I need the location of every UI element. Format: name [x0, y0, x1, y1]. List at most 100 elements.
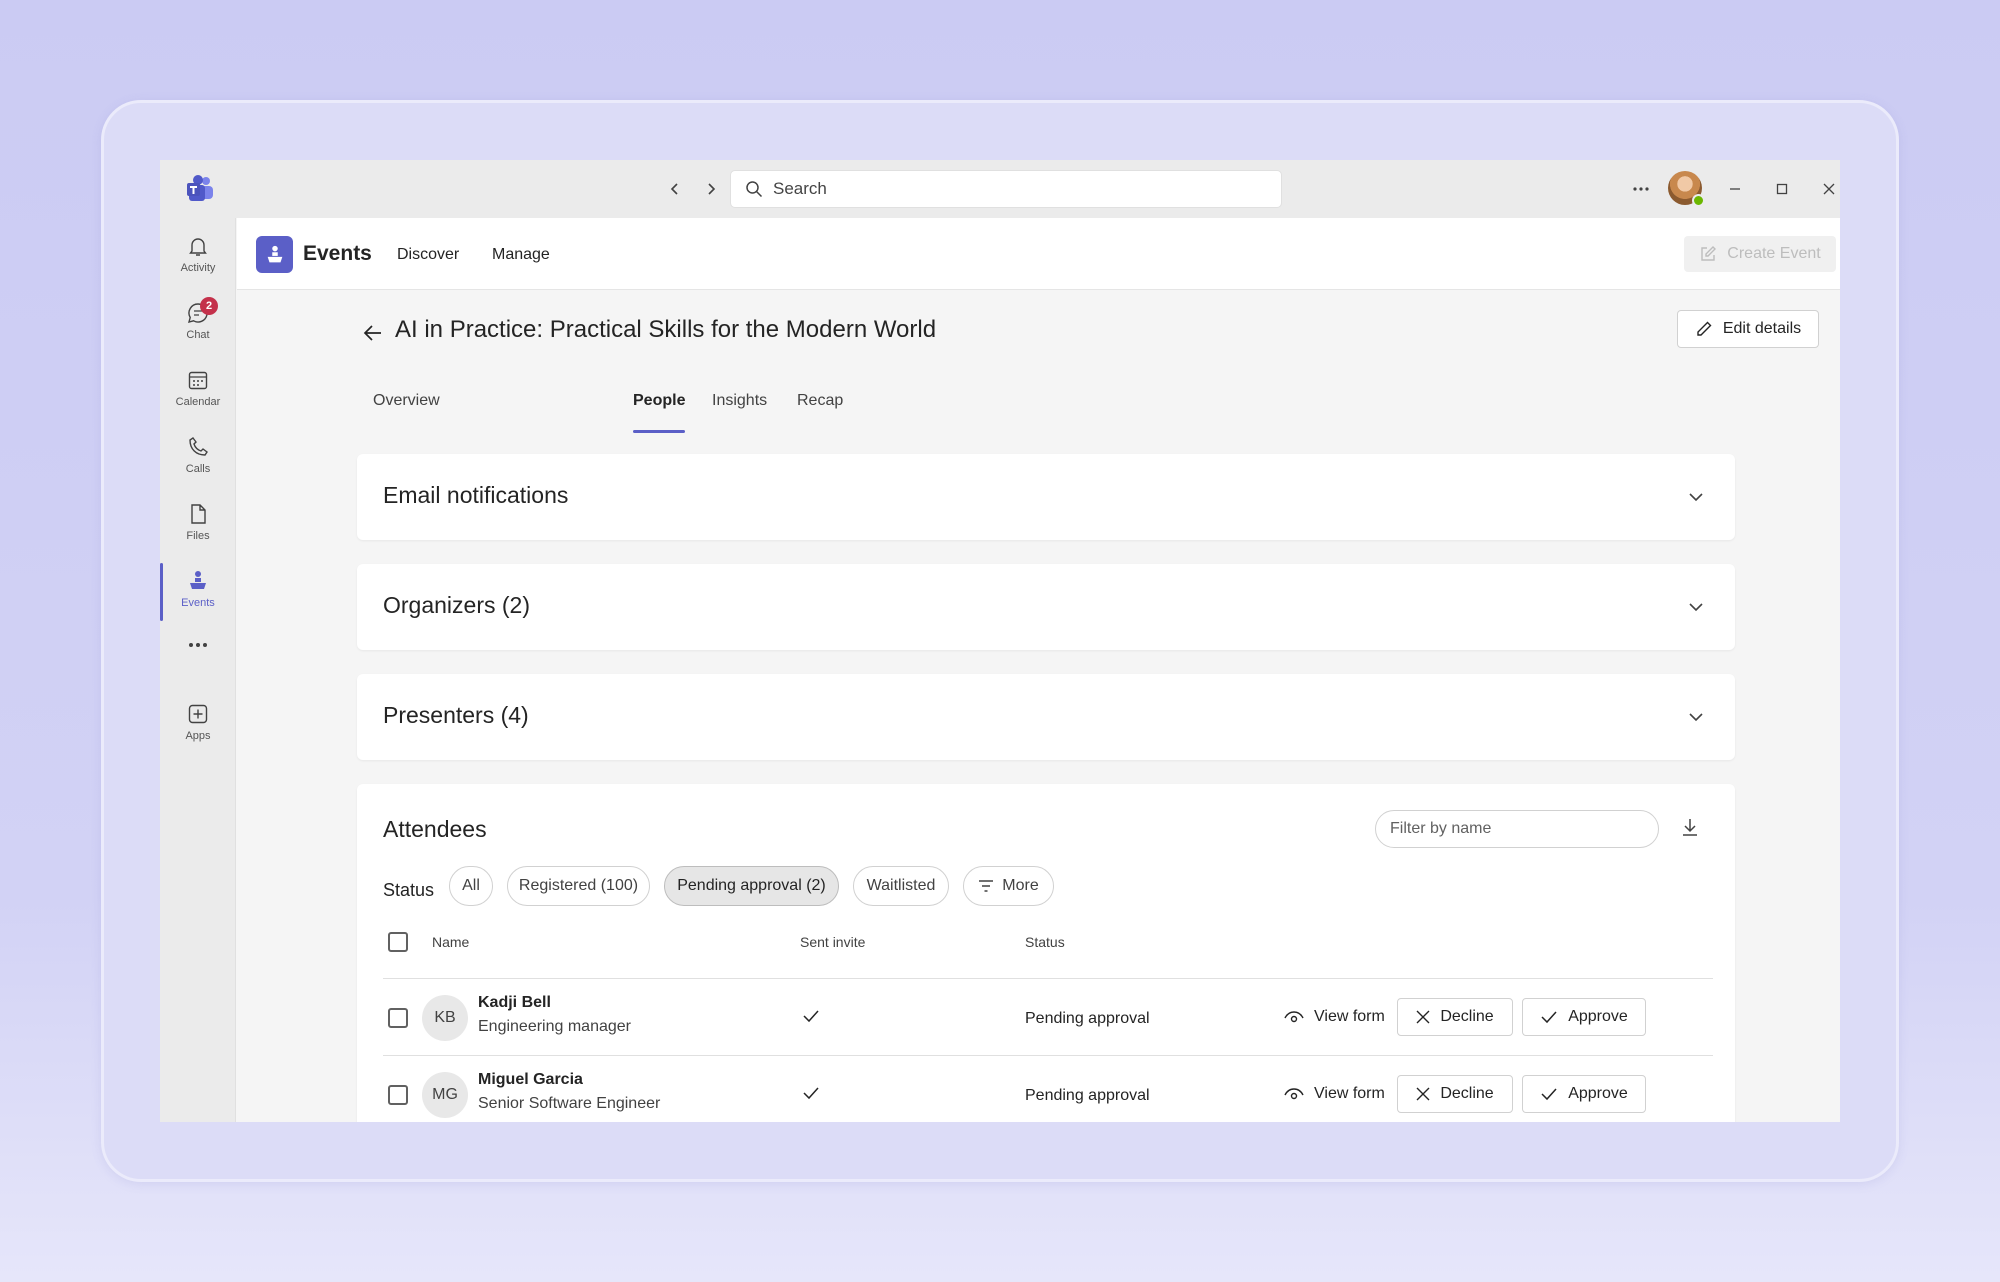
unread-badge: 2 [200, 297, 218, 315]
filter-more-button[interactable]: More [963, 866, 1054, 906]
rail-label: Files [186, 530, 210, 542]
arrow-left-icon [363, 325, 381, 341]
section-title: Email notifications [383, 482, 569, 508]
rail-item-apps[interactable]: Apps [160, 696, 236, 756]
active-tab-indicator [633, 430, 685, 433]
view-form-label: View form [1314, 1008, 1385, 1025]
close-icon [1823, 183, 1835, 195]
rail-label: Calls [185, 463, 211, 475]
avatar: MG [422, 1072, 468, 1118]
status-filter-label: Status [383, 880, 435, 900]
row-divider [383, 978, 1713, 979]
view-form-button[interactable]: View form [1284, 1008, 1385, 1026]
rail-more-apps[interactable] [160, 636, 236, 696]
search-input[interactable]: Search [730, 170, 1282, 208]
main-content: Events Discover Manage Create Event AI i… [237, 218, 1840, 1122]
approve-button[interactable]: Approve [1522, 1075, 1646, 1113]
email-notifications-section[interactable]: Email notifications [357, 454, 1735, 540]
title-bar: Search [160, 160, 1840, 218]
create-event-label: Create Event [1727, 245, 1821, 262]
section-title: Presenters (4) [383, 702, 529, 728]
app-rail: Activity Chat 2 Calendar Calls Files Eve… [160, 218, 236, 1122]
edit-square-icon [1701, 246, 1717, 261]
rail-item-events[interactable]: Events [160, 563, 236, 623]
presenters-section[interactable]: Presenters (4) [357, 674, 1735, 760]
chevron-left-icon [670, 183, 678, 195]
tab-recap[interactable]: Recap [797, 392, 843, 410]
events-app-icon [256, 236, 293, 273]
file-icon [191, 504, 206, 524]
share-icon [1839, 319, 1840, 339]
download-button[interactable] [1679, 816, 1701, 843]
select-all-checkbox[interactable] [388, 932, 408, 952]
download-icon [1683, 819, 1697, 836]
approve-button[interactable]: Approve [1522, 998, 1646, 1036]
chevron-right-icon [708, 183, 716, 195]
more-horizontal-icon [1633, 187, 1649, 191]
rail-label: Chat [186, 329, 210, 341]
filter-registered[interactable]: Registered (100) [507, 866, 650, 906]
column-header-name: Name [432, 934, 470, 950]
close-window-button[interactable] [1814, 174, 1840, 204]
tab-people[interactable]: People [633, 392, 685, 410]
search-placeholder: Search [773, 179, 827, 198]
nav-manage[interactable]: Manage [492, 246, 550, 264]
rail-item-files[interactable]: Files [160, 496, 236, 556]
more-horizontal-icon [189, 643, 207, 647]
more-options-button[interactable] [1626, 174, 1656, 204]
edit-details-label: Edit details [1722, 320, 1802, 337]
edit-details-button[interactable]: Edit details [1677, 310, 1819, 348]
rail-item-calls[interactable]: Calls [160, 429, 236, 489]
nav-discover[interactable]: Discover [397, 246, 459, 264]
tab-overview[interactable]: Overview [373, 392, 440, 410]
row-checkbox[interactable] [388, 1008, 408, 1028]
back-nav-button[interactable] [662, 176, 688, 202]
minimize-button[interactable] [1720, 174, 1750, 204]
attendees-title: Attendees [383, 816, 487, 842]
filter-waitlisted[interactable]: Waitlisted [853, 866, 949, 906]
filter-pending-approval[interactable]: Pending approval (2) [664, 866, 839, 906]
filter-by-name-input[interactable]: Filter by name [1375, 810, 1659, 848]
checkmark-icon [803, 1087, 819, 1100]
rail-item-activity[interactable]: Activity [160, 228, 236, 288]
maximize-button[interactable] [1767, 174, 1797, 204]
decline-button[interactable]: Decline [1397, 998, 1513, 1036]
close-icon [1416, 1010, 1430, 1024]
close-icon [1416, 1087, 1430, 1101]
back-button[interactable] [361, 321, 385, 350]
section-title: Organizers (2) [383, 592, 530, 618]
row-checkbox[interactable] [388, 1085, 408, 1105]
app-header: Events Discover Manage Create Event [237, 218, 1840, 290]
app-name: Events [303, 242, 372, 265]
tab-insights[interactable]: Insights [712, 392, 767, 410]
filter-more-label: More [1002, 877, 1039, 894]
eye-icon [1284, 1011, 1304, 1023]
presence-available-icon [1692, 194, 1705, 207]
checkmark-icon [803, 1010, 819, 1023]
decline-button[interactable]: Decline [1397, 1075, 1513, 1113]
search-icon [746, 181, 763, 198]
rail-item-calendar[interactable]: Calendar [160, 362, 236, 422]
attendee-role: Engineering manager [478, 1018, 631, 1035]
attendee-status: Pending approval [1025, 1087, 1150, 1104]
approve-label: Approve [1568, 1008, 1628, 1025]
rail-label: Events [181, 597, 215, 609]
attendee-status: Pending approval [1025, 1010, 1150, 1027]
event-title: AI in Practice: Practical Skills for the… [395, 316, 937, 343]
events-icon [267, 245, 282, 262]
filter-icon [979, 880, 994, 892]
filter-all[interactable]: All [449, 866, 493, 906]
create-event-button[interactable]: Create Event [1684, 236, 1836, 272]
rail-label: Apps [185, 730, 211, 742]
organizers-section[interactable]: Organizers (2) [357, 564, 1735, 650]
share-button[interactable] [1836, 316, 1840, 342]
rail-item-chat[interactable]: Chat 2 [160, 295, 236, 355]
forward-nav-button[interactable] [698, 176, 724, 202]
pencil-icon [1697, 321, 1712, 336]
teams-window: Search Activity Chat 2 Calendar Calls Fi… [160, 160, 1840, 1122]
chevron-down-icon [1689, 603, 1703, 612]
decline-label: Decline [1440, 1008, 1494, 1025]
view-form-button[interactable]: View form [1284, 1085, 1385, 1103]
maximize-icon [1776, 183, 1788, 195]
chevron-down-icon [1689, 493, 1703, 502]
